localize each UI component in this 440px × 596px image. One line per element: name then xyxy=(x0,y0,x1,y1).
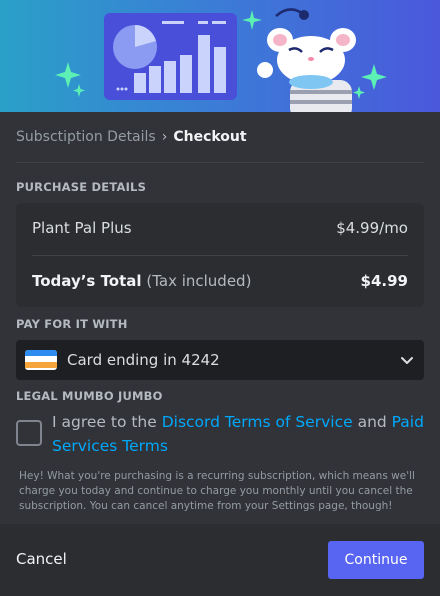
cancel-button[interactable]: Cancel xyxy=(16,550,67,568)
terms-agreement-text: I agree to the Discord Terms of Service … xyxy=(52,410,424,458)
subscription-fine-print: Hey! What you're purchasing is a recurri… xyxy=(19,470,415,512)
agree-and: and xyxy=(352,413,392,431)
line-item-row: Plant Pal Plus $4.99/mo xyxy=(32,219,408,237)
discord-terms-link[interactable]: Discord Terms of Service xyxy=(162,413,353,431)
terms-agreement: I agree to the Discord Terms of Service … xyxy=(16,410,424,458)
purchase-details-label: PURCHASE DETAILS xyxy=(16,180,147,194)
item-price: $4.99/mo xyxy=(336,219,408,237)
banner-illustration xyxy=(55,8,387,112)
breadcrumb-checkout: Checkout xyxy=(173,129,247,145)
payment-method-value: Card ending in 4242 xyxy=(67,351,220,369)
breadcrumb-chevron-icon: › xyxy=(161,129,168,145)
total-label: Today’s Total xyxy=(32,272,142,290)
card-divider xyxy=(32,255,408,256)
divider xyxy=(16,162,424,163)
modal-footer: Cancel Continue xyxy=(0,524,440,596)
terms-checkbox[interactable] xyxy=(16,420,42,446)
payment-method-select[interactable]: Card ending in 4242 xyxy=(16,340,424,380)
legal-mumbo-jumbo-label: LEGAL MUMBO JUMBO xyxy=(16,389,163,403)
breadcrumb-subscription-details[interactable]: Subsctiption Details xyxy=(16,129,156,145)
credit-card-icon xyxy=(25,350,57,370)
mascot-icon xyxy=(257,8,356,112)
total-price: $4.99 xyxy=(360,272,408,290)
pay-for-it-with-label: PAY FOR IT WITH xyxy=(16,317,128,331)
purchase-details-card: Plant Pal Plus $4.99/mo Today’s Total (T… xyxy=(16,203,424,307)
continue-button[interactable]: Continue xyxy=(328,541,424,579)
tax-note: (Tax included) xyxy=(146,272,252,290)
item-name: Plant Pal Plus xyxy=(32,219,132,237)
chevron-down-icon[interactable] xyxy=(399,352,415,368)
breadcrumb: Subsctiption Details › Checkout xyxy=(16,129,247,145)
header-banner xyxy=(0,0,440,112)
total-row: Today’s Total (Tax included) $4.99 xyxy=(32,272,408,290)
agree-prefix: I agree to the xyxy=(52,413,162,431)
